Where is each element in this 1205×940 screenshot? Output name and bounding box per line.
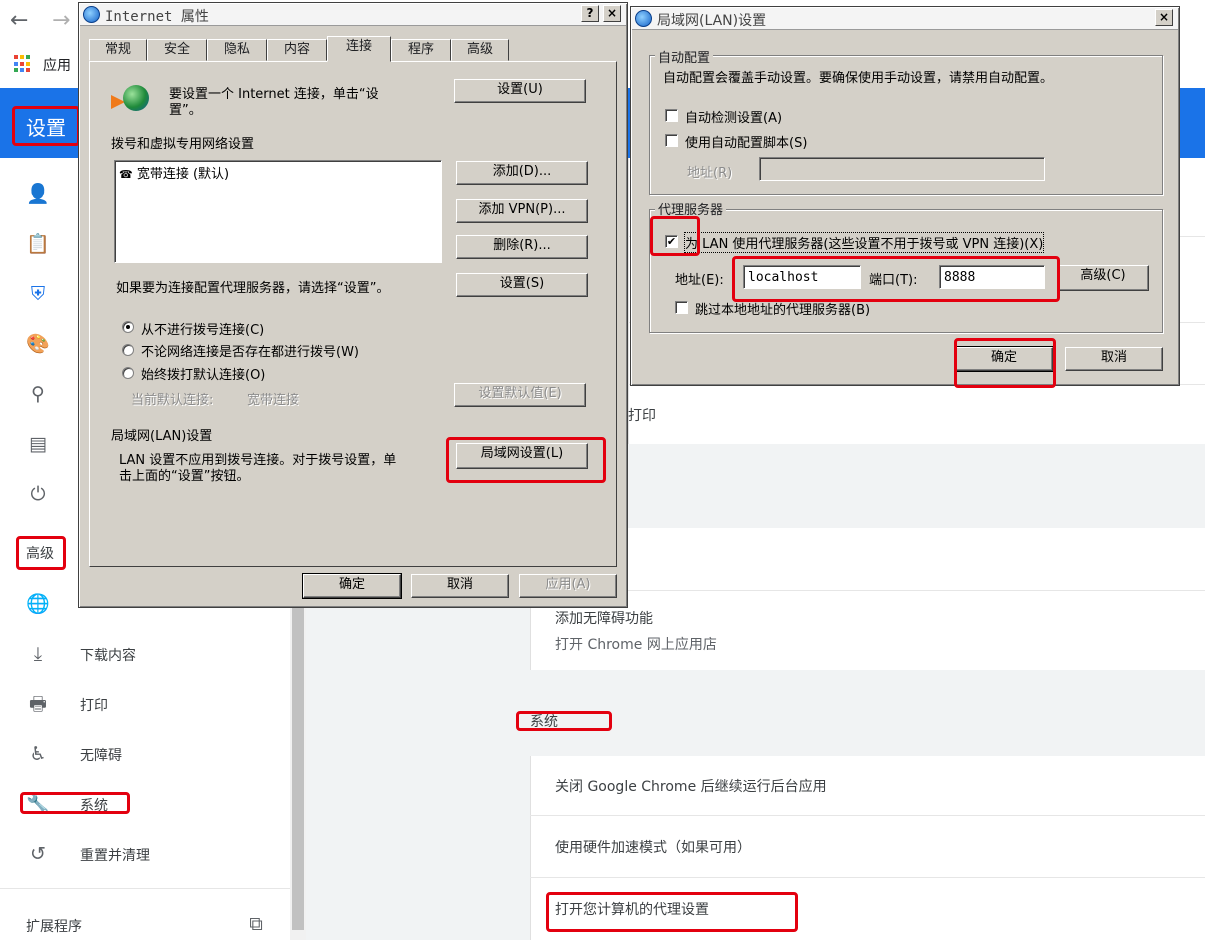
background-apps-row[interactable]: 关闭 Google Chrome 后继续运行后台应用 — [555, 776, 827, 796]
remove-button[interactable]: 删除(R)... — [456, 235, 588, 259]
open-web-store-link[interactable]: 打开 Chrome 网上应用店 — [555, 634, 717, 654]
proxy-address-label: 地址(E): — [675, 273, 724, 288]
network-globe-icon — [111, 83, 149, 113]
auto-detect-label[interactable]: 自动检测设置(A) — [685, 107, 782, 126]
use-proxy-label[interactable]: 为 LAN 使用代理服务器(这些设置不用于拨号或 VPN 连接)(X) — [683, 232, 1045, 253]
script-address-input[interactable] — [759, 157, 1045, 181]
cancel-button[interactable]: 取消 — [411, 574, 509, 598]
internet-properties-dialog: Internet 属性 ? × 常规 安全 隐私 内容 连接 程序 高级 要设置… — [78, 2, 628, 608]
radio-never-dial-label[interactable]: 从不进行拨号连接(C) — [141, 319, 264, 338]
card-divider — [530, 877, 1205, 878]
connection-list[interactable]: ☎ 宽带连接 (默认) — [114, 160, 442, 263]
radio-never-dial[interactable] — [122, 321, 134, 333]
radio-dial-when-none[interactable] — [122, 344, 134, 356]
printer-icon[interactable]: 🖶 — [26, 692, 50, 716]
lan-settings-dialog: 局域网(LAN)设置 × 自动配置 自动配置会覆盖手动设置。要确保使用手动设置，… — [630, 6, 1180, 386]
card-divider — [530, 590, 1205, 591]
internet-explorer-icon — [83, 6, 100, 23]
restore-icon[interactable]: ↺ — [26, 842, 50, 866]
lan-info-text-cont: 击上面的“设置”按钮。 — [119, 469, 250, 484]
tab-programs[interactable]: 程序 — [391, 39, 451, 61]
tab-connections[interactable]: 连接 — [327, 36, 391, 62]
lan-settings-heading: 局域网(LAN)设置 — [111, 429, 213, 444]
highlight-box — [954, 338, 1056, 388]
tab-general[interactable]: 常规 — [89, 39, 147, 61]
set-default-button[interactable]: 设置默认值(E) — [454, 383, 586, 407]
close-button[interactable]: × — [1155, 9, 1173, 26]
person-icon[interactable]: 👤 — [26, 182, 50, 206]
internet-explorer-icon — [635, 10, 652, 27]
sidebar-item-reset[interactable]: 重置并清理 — [80, 845, 150, 865]
radio-always-dial[interactable] — [122, 367, 134, 379]
palette-icon[interactable]: 🎨 — [26, 332, 50, 356]
apps-bookmark-label[interactable]: 应用 — [43, 55, 71, 75]
help-button[interactable]: ? — [581, 5, 599, 22]
clipboard-icon[interactable]: 📋 — [26, 232, 50, 256]
tab-advanced[interactable]: 高级 — [451, 39, 509, 61]
sidebar-item-downloads[interactable]: 下载内容 — [80, 645, 136, 665]
auto-config-group-title: 自动配置 — [655, 47, 714, 66]
highlight-box — [650, 216, 700, 256]
back-arrow-icon[interactable]: ← — [10, 8, 28, 33]
bypass-local-checkbox[interactable] — [675, 301, 688, 314]
add-vpn-button[interactable]: 添加 VPN(P)... — [456, 199, 588, 223]
hardware-acceleration-row[interactable]: 使用硬件加速模式（如果可用） — [555, 837, 751, 857]
add-button[interactable]: 添加(D)... — [456, 161, 588, 185]
cancel-button[interactable]: 取消 — [1065, 347, 1163, 371]
highlight-box — [12, 106, 80, 146]
auto-script-checkbox[interactable] — [665, 134, 678, 147]
proxy-advanced-button[interactable]: 高级(C) — [1057, 265, 1149, 291]
close-button[interactable]: × — [603, 5, 621, 22]
search-icon[interactable]: ⚲ — [26, 382, 50, 406]
print-row-label[interactable]: 打印 — [628, 405, 656, 425]
current-default-label: 当前默认连接: — [131, 393, 214, 408]
script-address-label: 地址(R) — [687, 166, 733, 181]
highlight-box — [20, 792, 130, 814]
power-icon[interactable]: ⏻ — [26, 482, 50, 506]
highlight-box — [16, 536, 66, 570]
globe-icon[interactable]: 🌐 — [26, 592, 50, 616]
radio-always-dial-label[interactable]: 始终拨打默认连接(O) — [141, 364, 265, 383]
connection-settings-button[interactable]: 设置(S) — [456, 273, 588, 297]
highlight-box — [446, 437, 606, 483]
auto-script-label[interactable]: 使用自动配置脚本(S) — [685, 132, 807, 151]
open-external-icon[interactable]: ⧉ — [244, 912, 268, 936]
connection-list-item[interactable]: 宽带连接 (默认) — [137, 167, 229, 182]
radio-dial-when-none-label[interactable]: 不论网络连接是否存在都进行拨号(W) — [141, 341, 359, 360]
highlight-box — [546, 892, 798, 932]
setup-button[interactable]: 设置(U) — [454, 79, 586, 103]
sidebar-divider — [0, 888, 290, 889]
download-icon[interactable]: ⤓ — [26, 642, 50, 666]
add-accessibility-features[interactable]: 添加无障碍功能 — [555, 608, 653, 628]
tab-privacy[interactable]: 隐私 — [207, 39, 267, 61]
ok-button[interactable]: 确定 — [302, 573, 402, 599]
forward-arrow-icon[interactable]: → — [52, 8, 70, 33]
dialup-vpn-heading: 拨号和虚拟专用网络设置 — [111, 137, 255, 152]
setup-instruction-cont: 置”。 — [169, 103, 202, 118]
dialog-title: 局域网(LAN)设置 — [657, 13, 767, 29]
auto-config-description: 自动配置会覆盖手动设置。要确保使用手动设置，请禁用自动配置。 — [663, 71, 1054, 86]
highlight-box — [732, 256, 1060, 302]
sidebar-item-print[interactable]: 打印 — [80, 695, 108, 715]
auto-detect-checkbox[interactable] — [665, 109, 678, 122]
dialog-title: Internet 属性 — [105, 9, 209, 25]
tab-security[interactable]: 安全 — [147, 39, 207, 61]
proxy-hint-text: 如果要为连接配置代理服务器，请选择“设置”。 — [116, 281, 390, 296]
tab-content[interactable]: 内容 — [267, 39, 327, 61]
sidebar-item-accessibility[interactable]: 无障碍 — [80, 745, 122, 765]
broadband-connection-icon: ☎ — [119, 168, 133, 181]
browser-icon[interactable]: ▤ — [26, 432, 50, 456]
apps-grid-icon[interactable] — [14, 55, 32, 73]
current-default-value: 宽带连接 — [247, 393, 300, 408]
card-divider — [530, 815, 1205, 816]
apply-button[interactable]: 应用(A) — [519, 574, 617, 598]
accessibility-icon[interactable]: ♿ — [26, 742, 50, 766]
highlight-box — [516, 711, 612, 731]
sidebar-item-extensions[interactable]: 扩展程序 — [26, 916, 82, 936]
shield-icon[interactable]: ⛨ — [26, 282, 50, 306]
